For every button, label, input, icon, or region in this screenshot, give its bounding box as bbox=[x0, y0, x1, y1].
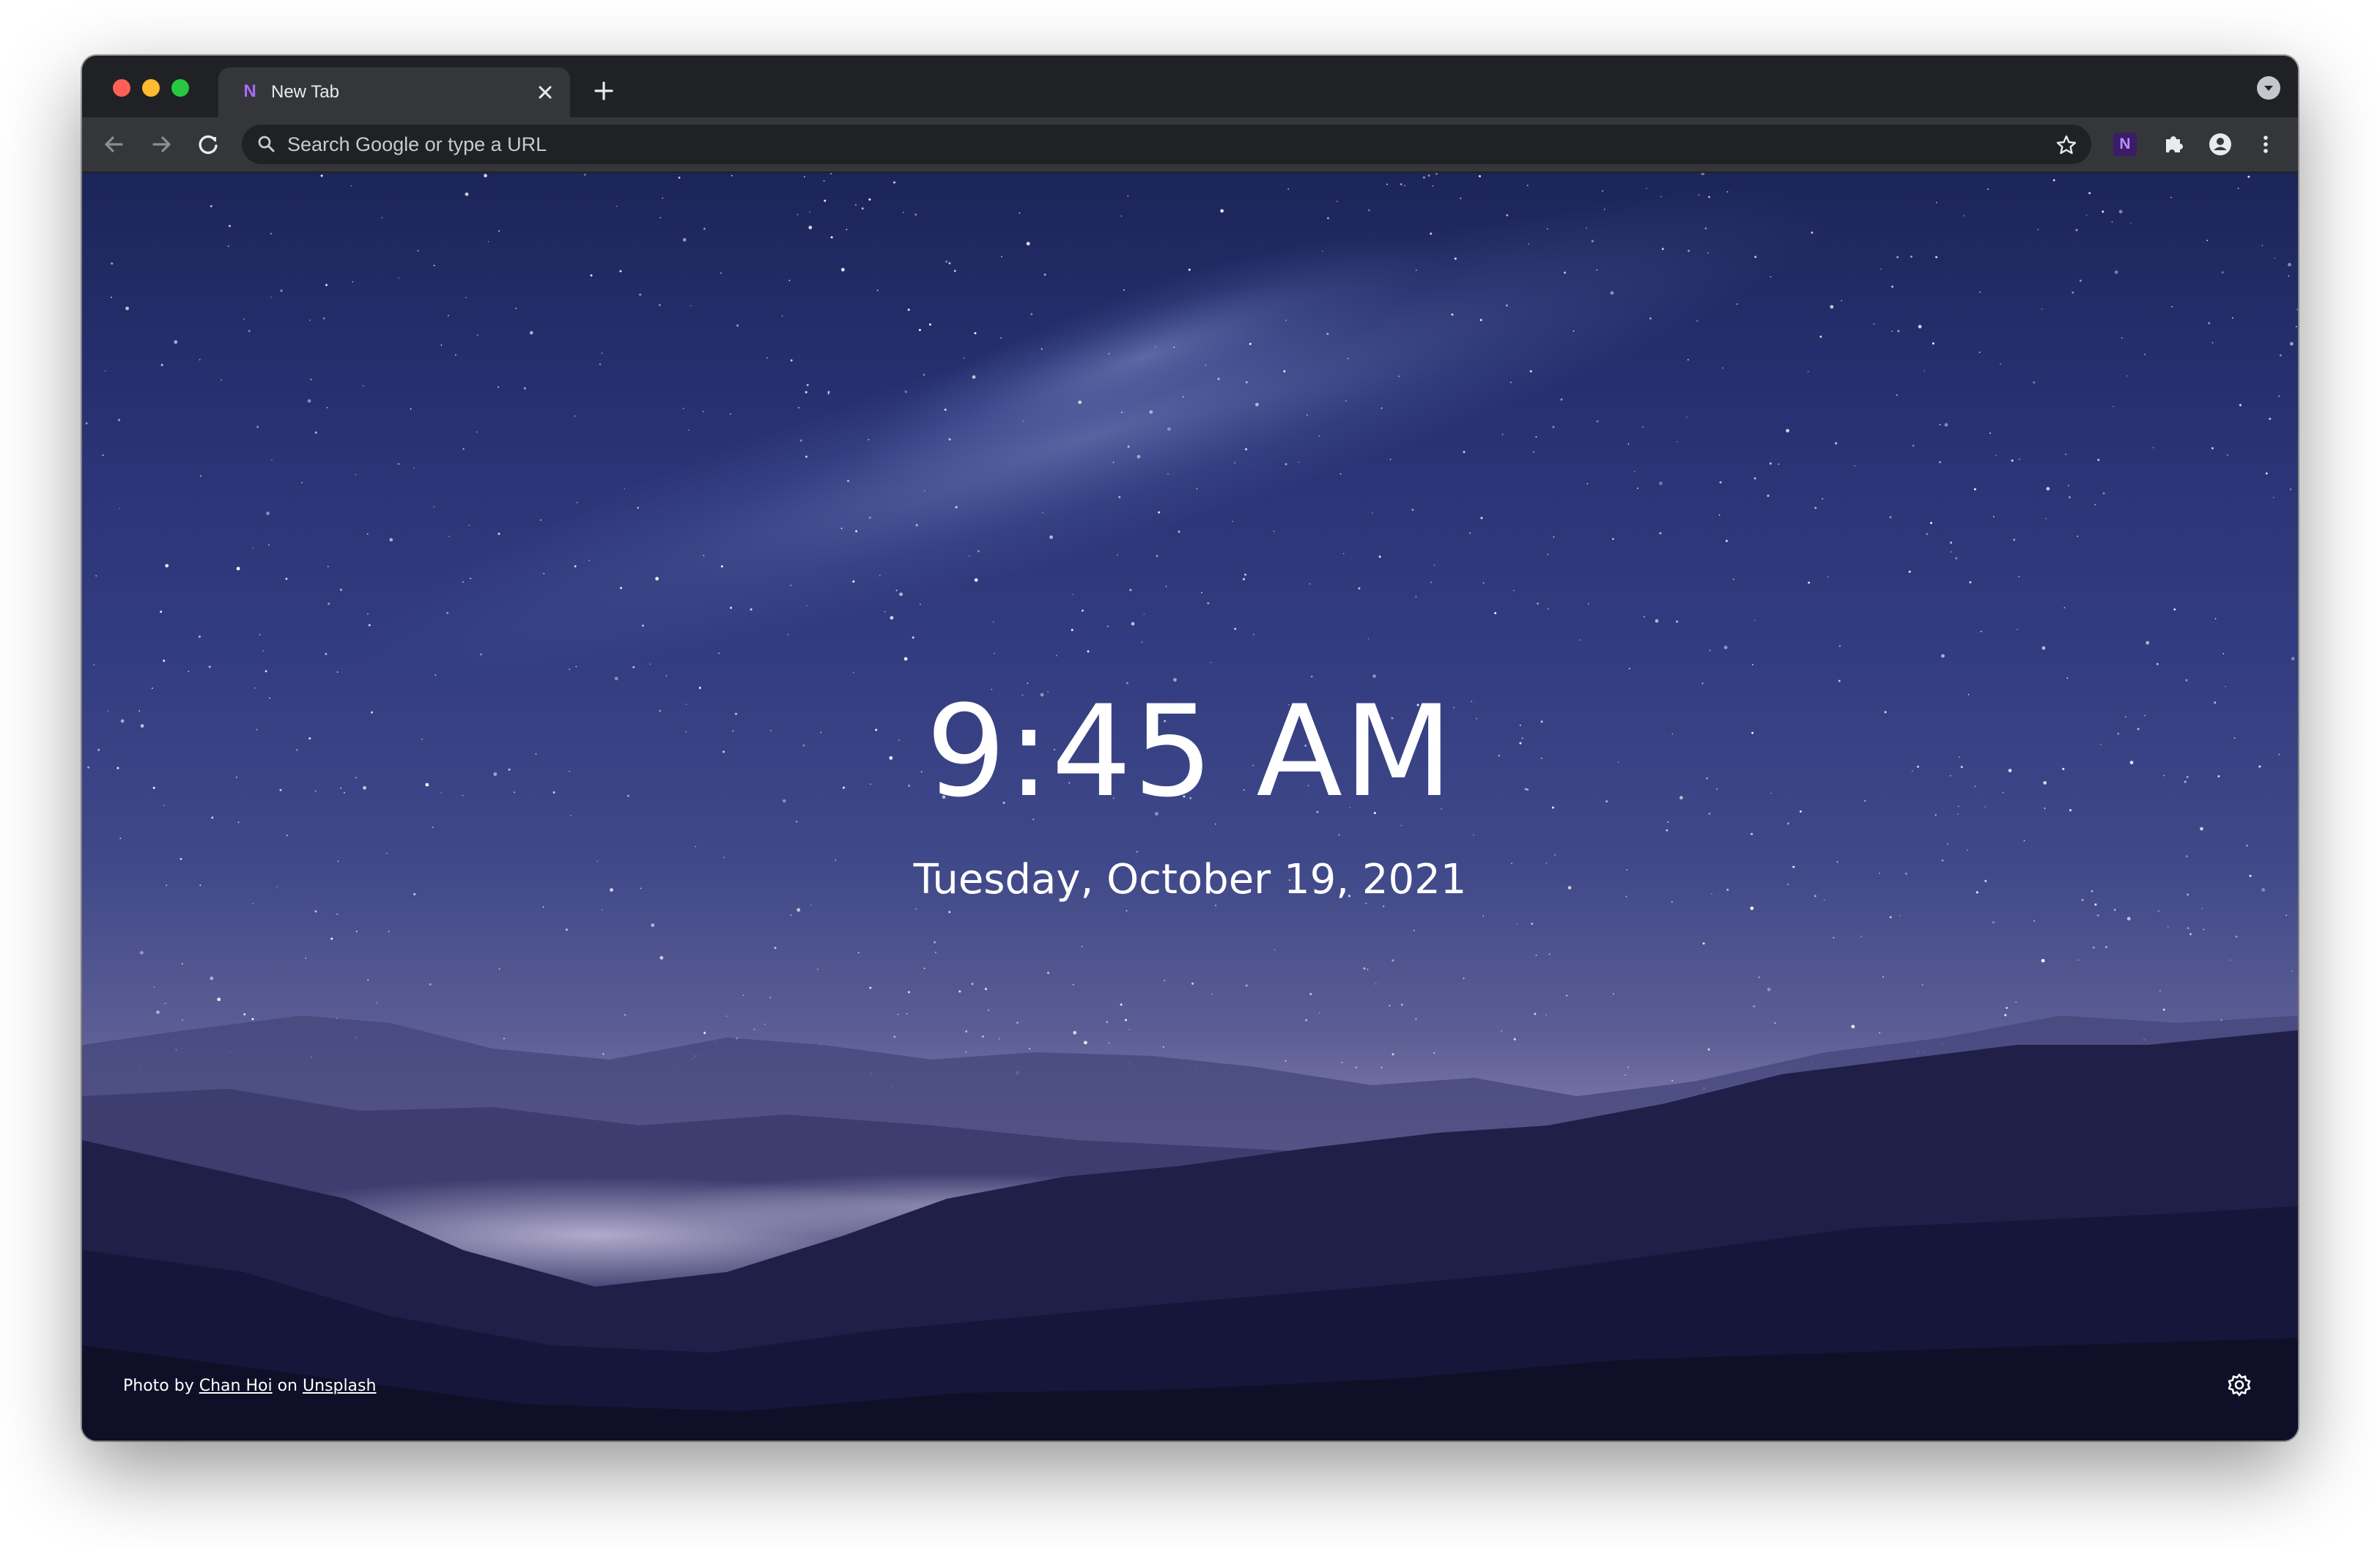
fullscreen-window-button[interactable] bbox=[171, 79, 189, 97]
profile-button[interactable] bbox=[2204, 128, 2236, 160]
tab-favicon-icon: N bbox=[243, 81, 256, 101]
omnibox[interactable] bbox=[242, 125, 2091, 164]
tab-close-icon[interactable] bbox=[533, 81, 557, 104]
toolbar: N bbox=[82, 117, 2298, 173]
search-icon bbox=[256, 134, 277, 155]
person-icon bbox=[2209, 133, 2231, 155]
address-input[interactable] bbox=[287, 125, 2017, 164]
credit-prefix: Photo by bbox=[123, 1377, 199, 1395]
tab-search-button[interactable] bbox=[2257, 76, 2280, 100]
puzzle-icon bbox=[2166, 136, 2183, 152]
tab-title: New Tab bbox=[271, 82, 339, 102]
new-tab-button[interactable] bbox=[589, 76, 618, 106]
star-icon[interactable] bbox=[2055, 133, 2078, 157]
back-button[interactable] bbox=[98, 128, 130, 160]
new-tab-page: 9:45 AM Tuesday, October 19, 2021 Photo … bbox=[82, 173, 2298, 1441]
close-window-button[interactable] bbox=[113, 79, 130, 97]
extension-n-icon[interactable]: N bbox=[2113, 133, 2137, 156]
menu-button[interactable] bbox=[2250, 128, 2282, 160]
browser-window: N New Tab Search Google or type a URL N … bbox=[82, 56, 2298, 1441]
reload-icon bbox=[199, 135, 218, 155]
kebab-menu-icon bbox=[2263, 136, 2268, 153]
settings-button[interactable] bbox=[2225, 1370, 2254, 1400]
forward-button[interactable] bbox=[145, 128, 177, 160]
extensions-button[interactable] bbox=[2157, 128, 2189, 160]
plus-icon bbox=[594, 81, 613, 100]
arrow-left-icon bbox=[105, 136, 123, 152]
photographer-link[interactable]: Chan Hoi bbox=[199, 1377, 273, 1395]
reload-button[interactable] bbox=[192, 128, 224, 160]
chevron-down-icon bbox=[2264, 86, 2273, 91]
clock-date: Tuesday, October 19, 2021 bbox=[913, 856, 1467, 903]
tab-new-tab[interactable]: N New Tab bbox=[218, 67, 570, 117]
minimize-window-button[interactable] bbox=[142, 79, 160, 97]
photo-credit: Photo by Chan Hoi on Unsplash bbox=[123, 1375, 376, 1397]
clock-time: 9:45 AM bbox=[925, 678, 1455, 825]
credit-middle: on bbox=[272, 1377, 303, 1395]
unsplash-link[interactable]: Unsplash bbox=[303, 1377, 376, 1395]
arrow-right-icon bbox=[152, 136, 171, 152]
tab-strip: N New Tab bbox=[82, 56, 2298, 117]
gear-icon bbox=[2228, 1373, 2251, 1397]
